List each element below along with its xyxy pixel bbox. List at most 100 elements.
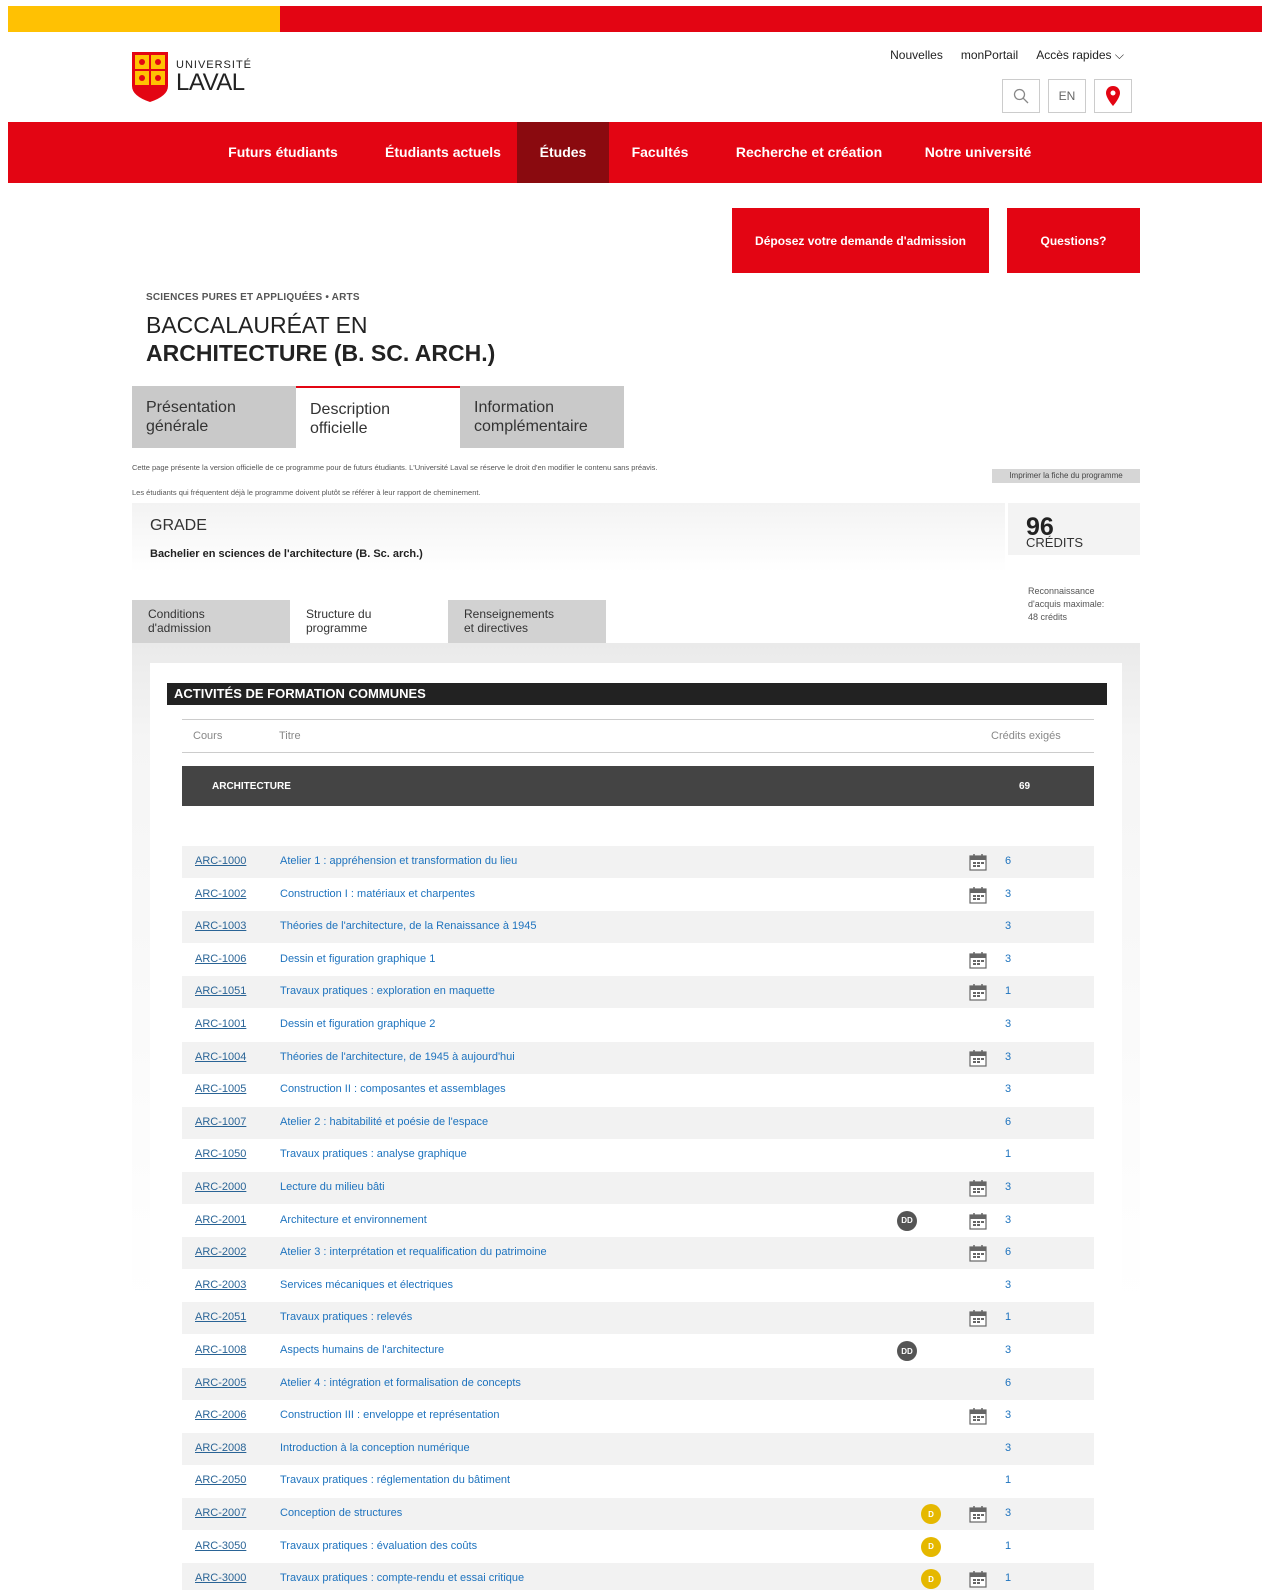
course-title-link[interactable]: Lecture du milieu bâti xyxy=(280,1181,385,1193)
course-credits: 3 xyxy=(1005,1213,1012,1226)
distance-badge: D xyxy=(921,1569,941,1590)
top-band-yellow xyxy=(8,6,280,32)
course-title-link[interactable]: Travaux pratiques : réglementation du bâ… xyxy=(280,1474,510,1486)
tab-conditions-admission[interactable]: Conditions d'admission xyxy=(132,600,290,643)
calendar-icon[interactable] xyxy=(969,1505,987,1523)
calendar-icon[interactable] xyxy=(969,1179,987,1197)
course-code-link[interactable]: ARC-1002 xyxy=(195,888,246,900)
course-code-link[interactable]: ARC-2051 xyxy=(195,1311,246,1323)
calendar-icon[interactable] xyxy=(969,1212,987,1230)
course-code-link[interactable]: ARC-2050 xyxy=(195,1474,246,1486)
search-icon xyxy=(1013,88,1029,104)
course-credits: 3 xyxy=(1005,1278,1012,1291)
course-title-link[interactable]: Théories de l'architecture, de 1945 à au… xyxy=(280,1051,515,1063)
course-code-link[interactable]: ARC-1006 xyxy=(195,953,246,965)
course-code-link[interactable]: ARC-1004 xyxy=(195,1051,246,1063)
course-code-link[interactable]: ARC-1050 xyxy=(195,1148,246,1160)
tab-label-line2: générale xyxy=(146,418,209,436)
course-title-link[interactable]: Atelier 2 : habitabilité et poésie de l'… xyxy=(280,1116,488,1128)
course-code-link[interactable]: ARC-1051 xyxy=(195,985,246,997)
tab-description-officielle[interactable]: Description officielle xyxy=(296,386,460,448)
table-row: ARC-2006 Construction III : enveloppe et … xyxy=(182,1400,1094,1432)
tab-presentation-generale[interactable]: Présentation générale xyxy=(132,386,296,448)
table-row: ARC-1000 Atelier 1 : appréhension et tran… xyxy=(182,846,1094,878)
nav-recherche-creation[interactable]: Recherche et création xyxy=(724,122,894,183)
course-title-link[interactable]: Théories de l'architecture, de la Renais… xyxy=(280,920,536,932)
course-title-link[interactable]: Construction II : composantes et assembl… xyxy=(280,1083,506,1095)
course-title-link[interactable]: Conception de structures xyxy=(280,1507,402,1519)
course-title-link[interactable]: Travaux pratiques : compte-rendu et essa… xyxy=(280,1572,524,1584)
course-code-link[interactable]: ARC-3000 xyxy=(195,1572,246,1584)
quick-access-dropdown[interactable]: Accès rapides ⌵ xyxy=(1036,48,1124,63)
tab-label-line2: complémentaire xyxy=(474,418,588,436)
top-band-red xyxy=(280,6,1262,32)
tab-renseignements-directives[interactable]: Renseignements et directives xyxy=(448,600,606,643)
course-title-link[interactable]: Atelier 1 : appréhension et transformati… xyxy=(280,855,517,867)
course-code-link[interactable]: ARC-2002 xyxy=(195,1246,246,1258)
course-credits: 3 xyxy=(1005,1050,1012,1063)
language-button[interactable]: EN xyxy=(1048,79,1086,113)
calendar-icon[interactable] xyxy=(969,983,987,1001)
university-logo[interactable]: UNIVERSITÉ LAVAL xyxy=(132,52,252,102)
page-title-line1: BACCALAURÉAT EN xyxy=(146,312,368,338)
recognition-line3: 48 crédits xyxy=(1028,612,1068,623)
course-code-link[interactable]: ARC-2006 xyxy=(195,1409,246,1421)
calendar-icon[interactable] xyxy=(969,1407,987,1425)
calendar-icon[interactable] xyxy=(969,1309,987,1327)
course-title-link[interactable]: Atelier 3 : interprétation et requalific… xyxy=(280,1246,547,1258)
course-code-link[interactable]: ARC-3050 xyxy=(195,1540,246,1552)
official-notice: Cette page présente la version officiell… xyxy=(132,463,658,472)
print-program-button[interactable]: Imprimer la fiche du programme xyxy=(992,469,1140,483)
course-title-link[interactable]: Travaux pratiques : relevés xyxy=(280,1311,412,1323)
course-title-link[interactable]: Aspects humains de l'architecture xyxy=(280,1344,444,1356)
table-row: ARC-1007 Atelier 2 : habitabilité et poés… xyxy=(182,1106,1094,1139)
course-code-link[interactable]: ARC-1003 xyxy=(195,920,246,932)
course-credits: 3 xyxy=(1005,1018,1012,1030)
course-title-link[interactable]: Travaux pratiques : analyse graphique xyxy=(280,1148,467,1160)
course-code-link[interactable]: ARC-1007 xyxy=(195,1116,246,1128)
course-code-link[interactable]: ARC-2007 xyxy=(195,1507,246,1519)
course-title-link[interactable]: Dessin et figuration graphique 1 xyxy=(280,953,435,965)
nav-etudiants-actuels[interactable]: Étudiants actuels xyxy=(368,122,518,183)
course-code-link[interactable]: ARC-2003 xyxy=(195,1279,246,1291)
calendar-icon[interactable] xyxy=(969,1570,987,1588)
course-title-link[interactable]: Travaux pratiques : évaluation des coûts xyxy=(280,1540,477,1552)
course-title-link[interactable]: Travaux pratiques : exploration en maque… xyxy=(280,985,495,997)
course-title-link[interactable]: Construction III : enveloppe et représen… xyxy=(280,1409,500,1421)
course-code-link[interactable]: ARC-1000 xyxy=(195,855,246,867)
nav-futurs-etudiants[interactable]: Futurs étudiants xyxy=(213,122,353,183)
news-link[interactable]: Nouvelles xyxy=(890,48,943,63)
course-title-link[interactable]: Architecture et environnement xyxy=(280,1214,427,1226)
admission-button[interactable]: Déposez votre demande d'admission xyxy=(732,208,989,273)
course-code-link[interactable]: ARC-2000 xyxy=(195,1181,246,1193)
calendar-icon[interactable] xyxy=(969,951,987,969)
course-title-link[interactable]: Introduction à la conception numérique xyxy=(280,1442,470,1454)
nav-etudes[interactable]: Études xyxy=(517,122,609,183)
description-subtabs: Conditions d'admission Structure du prog… xyxy=(132,600,606,643)
tab-information-complementaire[interactable]: Information complémentaire xyxy=(460,386,624,448)
course-code-link[interactable]: ARC-2001 xyxy=(195,1214,246,1226)
questions-button[interactable]: Questions? xyxy=(1007,208,1140,273)
course-code-link[interactable]: ARC-1005 xyxy=(195,1083,246,1095)
course-code-link[interactable]: ARC-1008 xyxy=(195,1344,246,1356)
nav-facultes[interactable]: Facultés xyxy=(620,122,700,183)
search-button[interactable] xyxy=(1002,79,1040,113)
calendar-icon[interactable] xyxy=(969,1049,987,1067)
tab-structure-programme[interactable]: Structure du programme xyxy=(290,600,448,643)
calendar-icon[interactable] xyxy=(969,853,987,871)
course-code-link[interactable]: ARC-2005 xyxy=(195,1377,246,1389)
calendar-icon[interactable] xyxy=(969,1244,987,1262)
course-title-link[interactable]: Construction I : matériaux et charpentes xyxy=(280,888,475,900)
table-row: ARC-1002 Construction I : matériaux et ch… xyxy=(182,879,1094,911)
map-button[interactable] xyxy=(1094,79,1132,113)
course-title-link[interactable]: Atelier 4 : intégration et formalisation… xyxy=(280,1377,521,1389)
calendar-icon[interactable] xyxy=(969,886,987,904)
course-title-link[interactable]: Dessin et figuration graphique 2 xyxy=(280,1018,435,1030)
monportail-link[interactable]: monPortail xyxy=(961,48,1018,63)
course-code-link[interactable]: ARC-2008 xyxy=(195,1442,246,1454)
table-row: ARC-2003 Services mécaniques et électriqu… xyxy=(182,1270,1094,1302)
nav-notre-universite[interactable]: Notre université xyxy=(913,122,1043,183)
course-code-link[interactable]: ARC-1001 xyxy=(195,1018,246,1030)
distance-badge: DD xyxy=(897,1341,917,1361)
course-title-link[interactable]: Services mécaniques et électriques xyxy=(280,1279,453,1291)
